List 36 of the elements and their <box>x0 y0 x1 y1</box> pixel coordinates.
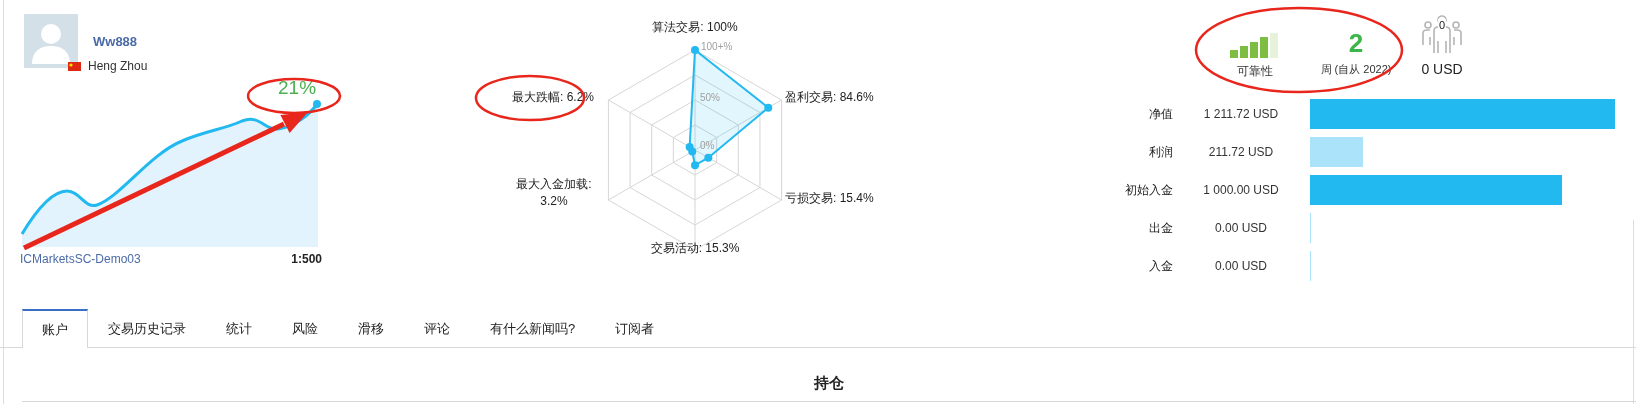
balance-label: 净值 <box>1148 106 1173 123</box>
balance-label: 出金 <box>1148 220 1173 237</box>
scale-label: 100+% <box>701 41 733 53</box>
balance-label: 入金 <box>1148 258 1173 275</box>
weeks-count: 2 <box>1348 28 1364 58</box>
axis-label: 最大入金加载: 3.2% <box>515 176 593 210</box>
balance-value: 0.00 USD <box>1214 258 1268 275</box>
scale-label: 50% <box>700 92 720 104</box>
scale-label: 0% <box>700 140 715 152</box>
tab[interactable]: 订阅者 <box>595 309 675 347</box>
balance-label: 利润 <box>1148 144 1173 161</box>
subscriber-funds: 0 USD <box>1421 61 1463 77</box>
balance-value: 0.00 USD <box>1214 220 1268 237</box>
balance-value: 1 000.00 USD <box>1202 182 1280 199</box>
section-title: 持仓 <box>814 374 844 392</box>
growth-value: 21% <box>278 77 317 99</box>
tab[interactable]: 交易历史记录 <box>88 309 206 347</box>
location: Heng Zhou <box>88 59 148 73</box>
leverage: 1:500 <box>291 251 322 267</box>
axis-label: 盈利交易: 84.6% <box>785 89 874 106</box>
reliability-label: 可靠性 <box>1237 64 1273 78</box>
tab[interactable]: 账户 <box>22 309 88 348</box>
subscriber-count: 0 <box>1438 19 1446 31</box>
tab[interactable]: 统计 <box>206 309 272 347</box>
balance-value: 211.72 USD <box>1207 144 1275 161</box>
tab[interactable]: 风险 <box>272 309 338 347</box>
tab[interactable]: 评论 <box>404 309 470 347</box>
balance-label: 初始入金 <box>1124 182 1173 199</box>
tab[interactable]: 滑移 <box>338 309 404 347</box>
tab[interactable]: 有什么新闻吗? <box>470 309 596 347</box>
axis-label: 算法交易: 100% <box>651 19 739 36</box>
axis-label: 亏损交易: 15.4% <box>785 190 874 207</box>
trader-name[interactable]: Ww888 <box>93 34 148 50</box>
axis-label: 交易活动: 15.3% <box>649 240 741 257</box>
server-link[interactable]: ICMarketsSC-Demo03 <box>20 251 141 267</box>
balance-value: 1 211.72 USD <box>1202 106 1280 123</box>
